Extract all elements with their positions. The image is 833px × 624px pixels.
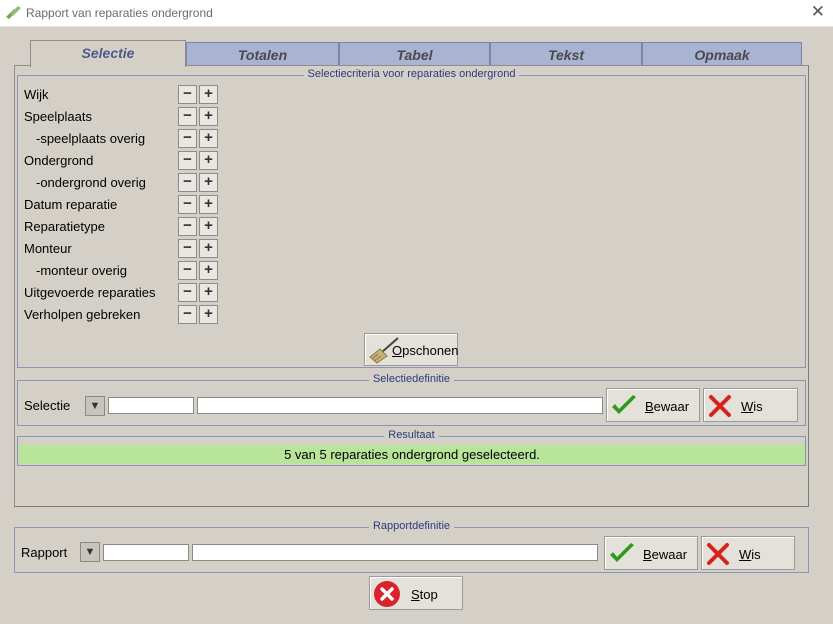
x-icon [707, 543, 729, 565]
minus-button[interactable]: − [178, 107, 197, 126]
selection-clear-label: is [753, 399, 763, 414]
result-group: Resultaat 5 van 5 reparaties ondergrond … [17, 429, 806, 466]
criteria-label: Wijk [24, 87, 49, 102]
result-status: 5 van 5 reparaties ondergrond geselectee… [19, 445, 805, 464]
minus-button[interactable]: − [178, 85, 197, 104]
tab-tekst[interactable]: Tekst [490, 42, 642, 66]
clean-label: pschonen [402, 343, 459, 358]
criteria-label: Uitgevoerde reparaties [24, 285, 156, 300]
minus-button[interactable]: − [178, 195, 197, 214]
stop-hotkey: S [411, 587, 420, 602]
window-title: Rapport van reparaties ondergrond [26, 6, 213, 20]
minus-button[interactable]: − [178, 217, 197, 236]
selection-save-hotkey: B [645, 399, 654, 414]
tab-tabel[interactable]: Tabel [339, 42, 490, 66]
report-def-legend: Rapportdefinitie [368, 520, 455, 532]
checkmark-icon [610, 543, 634, 562]
report-save-hotkey: B [643, 547, 652, 562]
minus-button[interactable]: − [178, 305, 197, 324]
selection-def-legend: Selectiedefinitie [368, 373, 455, 385]
stop-label: top [419, 587, 438, 602]
criteria-label: Reparatietype [24, 219, 105, 234]
minus-button[interactable]: − [178, 283, 197, 302]
plus-button[interactable]: + [199, 85, 218, 104]
tab-panel-selectie: Selectiecriteria voor reparaties ondergr… [14, 65, 809, 507]
selection-label: Selectie [24, 398, 71, 413]
report-clear-hotkey: W [739, 547, 752, 562]
report-dropdown-button[interactable]: ▼ [80, 542, 100, 562]
plus-button[interactable]: + [199, 261, 218, 280]
minus-button[interactable]: − [178, 261, 197, 280]
clean-hotkey: O [392, 343, 403, 358]
plus-button[interactable]: + [199, 173, 218, 192]
report-clear-button[interactable]: Wis [701, 536, 795, 570]
x-icon [709, 395, 731, 417]
tab-selectie[interactable]: Selectie [30, 40, 186, 67]
report-name-field[interactable] [192, 544, 598, 561]
plus-button[interactable]: + [199, 107, 218, 126]
plus-button[interactable]: + [199, 305, 218, 324]
minus-button[interactable]: − [178, 151, 197, 170]
checkmark-icon [612, 395, 636, 414]
selection-clear-button[interactable]: Wis [703, 388, 798, 422]
close-icon[interactable]: ✕ [811, 2, 825, 22]
criteria-label: Verholpen gebreken [24, 307, 141, 322]
plus-button[interactable]: + [199, 283, 218, 302]
plus-button[interactable]: + [199, 195, 218, 214]
plus-button[interactable]: + [199, 129, 218, 148]
tab-totalen[interactable]: Totalen [186, 42, 339, 66]
plus-button[interactable]: + [199, 239, 218, 258]
plus-button[interactable]: + [199, 217, 218, 236]
criteria-label: -speelplaats overig [36, 131, 146, 146]
report-clear-label: is [751, 547, 761, 562]
criteria-label: -monteur overig [36, 263, 128, 278]
title-bar: Rapport van reparaties ondergrond ✕ [0, 0, 833, 27]
selection-code-field[interactable] [108, 397, 194, 414]
selection-dropdown-button[interactable]: ▼ [85, 396, 105, 416]
report-label: Rapport [21, 545, 68, 560]
clean-button[interactable]: Opschonen [364, 333, 459, 366]
stop-button[interactable]: Stop [369, 576, 463, 610]
criteria-legend: Selectiecriteria voor reparaties ondergr… [303, 68, 520, 80]
stop-icon [374, 581, 400, 607]
criteria-label: Datum reparatie [24, 197, 118, 212]
criteria-label: Speelplaats [24, 109, 92, 124]
selection-clear-hotkey: W [741, 399, 754, 414]
minus-button[interactable]: − [178, 173, 197, 192]
selection-save-button[interactable]: Bewaar [606, 388, 700, 422]
minus-button[interactable]: − [178, 239, 197, 258]
selection-name-field[interactable] [197, 397, 603, 414]
report-save-button[interactable]: Bewaar [604, 536, 698, 570]
selection-save-label: ewaar [653, 399, 690, 414]
app-icon [6, 6, 21, 19]
minus-button[interactable]: − [178, 129, 197, 148]
criteria-label: Monteur [24, 241, 72, 256]
report-code-field[interactable] [103, 544, 189, 561]
result-legend: Resultaat [384, 429, 439, 441]
plus-button[interactable]: + [199, 151, 218, 170]
criteria-label: -ondergrond overig [36, 175, 146, 190]
criteria-label: Ondergrond [24, 153, 94, 168]
tab-opmaak[interactable]: Opmaak [642, 42, 802, 66]
report-save-label: ewaar [651, 547, 688, 562]
criteria-group: Selectiecriteria voor reparaties ondergr… [17, 68, 806, 368]
